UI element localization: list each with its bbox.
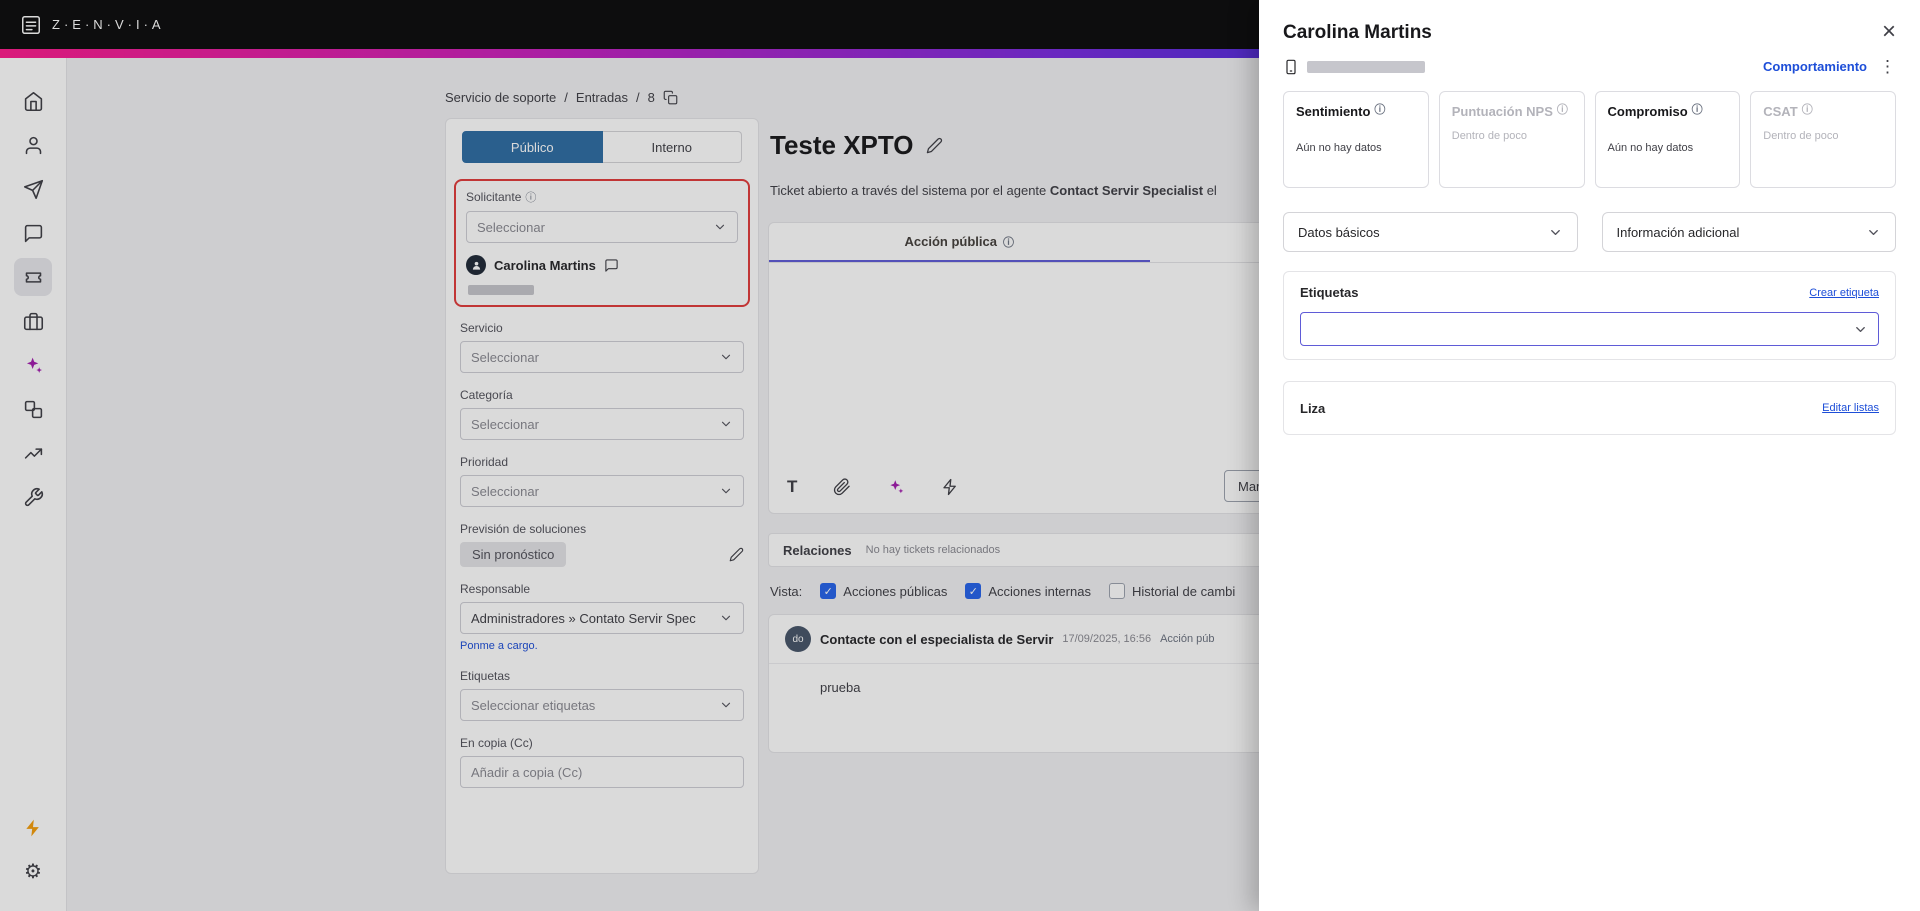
info-icon: ⓘ <box>1691 104 1703 116</box>
kebab-menu-icon[interactable]: ⋮ <box>1879 58 1896 75</box>
metric-csat: CSAT ⓘ Dentro de poco <box>1750 91 1896 188</box>
info-icon: ⓘ <box>1556 104 1568 116</box>
contact-lists-card: Liza Editar listas <box>1283 381 1896 435</box>
redacted-phone-number <box>1307 60 1425 73</box>
contact-sections-row: Datos básicos Información adicional <box>1283 212 1896 252</box>
contact-metrics: Sentimiento ⓘ Aún no hay datos Puntuación… <box>1283 91 1896 188</box>
info-icon: ⓘ <box>1374 104 1386 116</box>
tags-select[interactable] <box>1300 312 1879 346</box>
chevron-down-icon <box>1856 326 1865 332</box>
app-root: Z·E·N·V·I·A ⚙ Servicio de soporte / Entr… <box>0 0 1920 911</box>
edit-lists-link[interactable]: Editar listas <box>1822 402 1879 414</box>
tags-title: Etiquetas <box>1300 285 1359 300</box>
additional-info-dropdown[interactable]: Información adicional <box>1601 212 1896 252</box>
chevron-down-icon <box>1550 229 1560 235</box>
info-icon: ⓘ <box>1801 104 1813 116</box>
metric-compromiso: Compromiso ⓘ Aún no hay datos <box>1594 91 1741 188</box>
contact-name-title: Carolina Martins <box>1283 22 1432 43</box>
contact-tags-card: Etiquetas Crear etiqueta <box>1283 271 1896 360</box>
metric-sentimiento: Sentimiento ⓘ Aún no hay datos <box>1283 91 1429 188</box>
create-tag-link[interactable]: Crear etiqueta <box>1809 287 1879 299</box>
metric-nps: Puntuación NPS ⓘ Dentro de poco <box>1438 91 1585 188</box>
contact-summary-row: Comportamiento ⋮ <box>1283 58 1896 75</box>
phone-icon <box>1286 59 1296 74</box>
behavior-link[interactable]: Comportamiento <box>1763 59 1867 74</box>
contact-drawer: Carolina Martins × Comportamiento ⋮ Sent… <box>1259 0 1920 911</box>
close-icon[interactable]: × <box>1882 19 1896 43</box>
basic-data-dropdown[interactable]: Datos básicos <box>1283 212 1578 252</box>
chevron-down-icon <box>1869 229 1878 235</box>
lists-title: Liza <box>1300 400 1326 416</box>
